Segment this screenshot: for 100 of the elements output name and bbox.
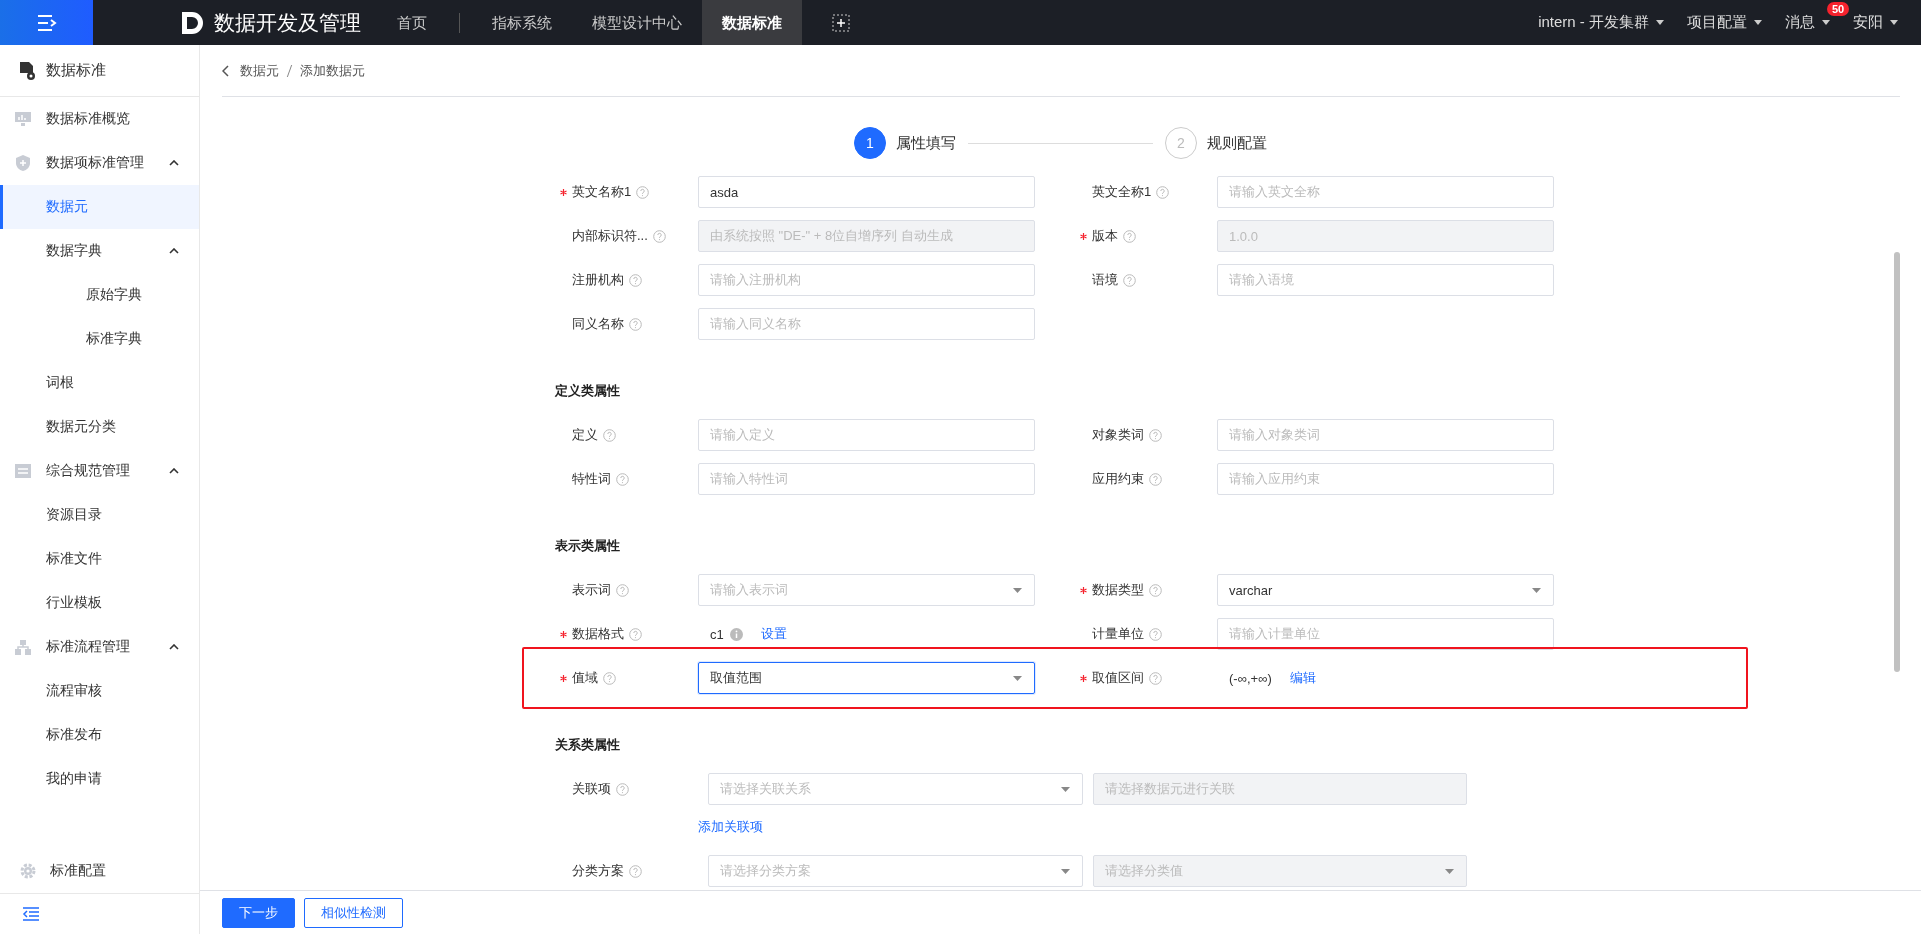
top-menu[interactable]: intern - 开发集群 bbox=[1538, 13, 1649, 32]
help-icon[interactable] bbox=[1149, 671, 1162, 685]
top-menu[interactable]: 消息 bbox=[1785, 13, 1815, 32]
help-icon[interactable] bbox=[636, 185, 650, 199]
add-tab-icon[interactable] bbox=[832, 13, 850, 32]
action-button[interactable]: 相似性检测 bbox=[304, 897, 403, 928]
caret-icon bbox=[1532, 587, 1541, 593]
help-icon[interactable] bbox=[616, 782, 629, 796]
sidebar-item[interactable]: 数据元分类 bbox=[0, 405, 199, 449]
field-label: 注册机构 bbox=[572, 271, 624, 289]
field-label: 应用约束 bbox=[1092, 470, 1144, 488]
caret-icon bbox=[1655, 19, 1665, 26]
help-icon[interactable] bbox=[616, 583, 629, 597]
select-field[interactable]: varchar bbox=[1217, 574, 1554, 606]
top-menu[interactable]: 安阳 bbox=[1853, 13, 1883, 32]
nav-tab[interactable]: 模型设计中心 bbox=[572, 0, 702, 45]
sidebar-item[interactable]: 我的申请 bbox=[0, 757, 199, 801]
help-icon[interactable] bbox=[1123, 229, 1136, 243]
sidebar-item[interactable]: 数据标准概览 bbox=[0, 97, 199, 141]
notification-badge: 50 bbox=[1827, 2, 1850, 16]
hierarchy-icon bbox=[15, 639, 31, 655]
sidebar-item[interactable]: 原始字典 bbox=[0, 273, 199, 317]
help-icon[interactable] bbox=[1123, 273, 1136, 287]
caret-icon bbox=[1753, 19, 1763, 26]
help-icon[interactable] bbox=[629, 273, 642, 287]
caret-icon bbox=[1821, 19, 1831, 26]
field-label: 定义 bbox=[572, 426, 598, 444]
caret-icon bbox=[1013, 587, 1022, 593]
add-link[interactable]: 添加关联项 bbox=[698, 818, 1921, 836]
help-icon[interactable] bbox=[629, 317, 642, 331]
nav-tab[interactable]: 数据标准 bbox=[702, 0, 802, 45]
breadcrumb-item[interactable]: 添加数据元 bbox=[300, 61, 365, 80]
help-icon[interactable] bbox=[1149, 627, 1162, 641]
action-button[interactable]: 下一步 bbox=[222, 897, 295, 928]
sidebar-item[interactable]: 标准文件 bbox=[0, 537, 199, 581]
sidebar-item[interactable]: 标准流程管理 bbox=[0, 625, 199, 669]
help-icon[interactable] bbox=[603, 671, 616, 685]
sidebar-item[interactable]: 数据项标准管理 bbox=[0, 141, 199, 185]
help-icon[interactable] bbox=[1149, 583, 1162, 597]
sidebar-item[interactable]: 标准配置 bbox=[50, 862, 106, 880]
collapse-icon[interactable] bbox=[22, 907, 40, 921]
sidebar-item[interactable]: 词根 bbox=[0, 361, 199, 405]
help-icon[interactable] bbox=[629, 627, 642, 641]
action-link[interactable]: 编辑 bbox=[1289, 669, 1316, 687]
field-label: 版本 bbox=[1092, 227, 1118, 245]
back-icon[interactable] bbox=[222, 64, 230, 77]
required-icon bbox=[1080, 232, 1087, 240]
field-value: c1 bbox=[710, 626, 724, 642]
sidebar-item[interactable]: 资源目录 bbox=[0, 493, 199, 537]
scrollbar-thumb[interactable] bbox=[1894, 252, 1900, 672]
sidebar-item[interactable]: 数据字典 bbox=[0, 229, 199, 273]
help-icon[interactable] bbox=[616, 472, 629, 486]
help-icon[interactable] bbox=[1156, 185, 1170, 199]
nav-tab[interactable]: 指标系统 bbox=[472, 0, 572, 45]
step-label: 属性填写 bbox=[896, 133, 956, 153]
menu-button[interactable] bbox=[0, 0, 93, 45]
section-title: 定义类属性 bbox=[555, 382, 621, 400]
gear-icon bbox=[20, 863, 36, 879]
breadcrumb-item[interactable]: 数据元 bbox=[240, 61, 279, 80]
info-icon[interactable] bbox=[729, 627, 743, 641]
field-label: 语境 bbox=[1092, 271, 1118, 289]
help-icon[interactable] bbox=[603, 428, 616, 442]
top-menu[interactable]: 项目配置 bbox=[1687, 13, 1747, 32]
field-value: (-∞,+∞) bbox=[1229, 670, 1272, 686]
sidebar-item[interactable]: 流程审核 bbox=[0, 669, 199, 713]
caret-icon bbox=[1889, 19, 1899, 26]
caret-icon bbox=[1061, 868, 1070, 874]
field-label: 同义名称 bbox=[572, 315, 624, 333]
sidebar-item[interactable]: 行业模板 bbox=[0, 581, 199, 625]
help-icon[interactable] bbox=[652, 229, 666, 243]
action-link[interactable]: 设置 bbox=[760, 625, 787, 643]
field-label: 关联项 bbox=[572, 780, 611, 798]
sidebar-item[interactable]: 标准字典 bbox=[0, 317, 199, 361]
section-title: 关系类属性 bbox=[555, 736, 621, 754]
menu-icon bbox=[35, 13, 58, 32]
help-icon[interactable] bbox=[1149, 428, 1162, 442]
field-label: 分类方案 bbox=[572, 862, 624, 880]
required-icon bbox=[1080, 586, 1087, 594]
shield-icon bbox=[15, 155, 31, 171]
help-icon[interactable] bbox=[629, 864, 642, 878]
field-label: 数据类型 bbox=[1092, 581, 1144, 599]
text-field[interactable]: asda bbox=[698, 176, 1035, 208]
sidebar-title: 数据标准 bbox=[46, 61, 106, 80]
field-label: 值域 bbox=[572, 669, 598, 687]
sidebar-item[interactable]: 标准发布 bbox=[0, 713, 199, 757]
nav-tab[interactable]: 首页 bbox=[377, 0, 447, 45]
section-title: 表示类属性 bbox=[555, 537, 621, 555]
step-number: 1 bbox=[854, 127, 886, 159]
field-label: 内部标识符... bbox=[572, 227, 648, 245]
help-icon[interactable] bbox=[1149, 472, 1162, 486]
field-label: 表示词 bbox=[572, 581, 611, 599]
required-icon bbox=[560, 674, 567, 682]
field-label: 计量单位 bbox=[1092, 625, 1144, 643]
field-label: 英文名称1 bbox=[572, 183, 632, 201]
required-icon bbox=[560, 630, 567, 638]
field-label: 特性词 bbox=[572, 470, 611, 488]
document-gear-icon bbox=[18, 60, 36, 81]
select-field[interactable]: 取值范围 bbox=[698, 662, 1035, 694]
sidebar-item[interactable]: 数据元 bbox=[0, 185, 199, 229]
sidebar-item[interactable]: 综合规范管理 bbox=[0, 449, 199, 493]
